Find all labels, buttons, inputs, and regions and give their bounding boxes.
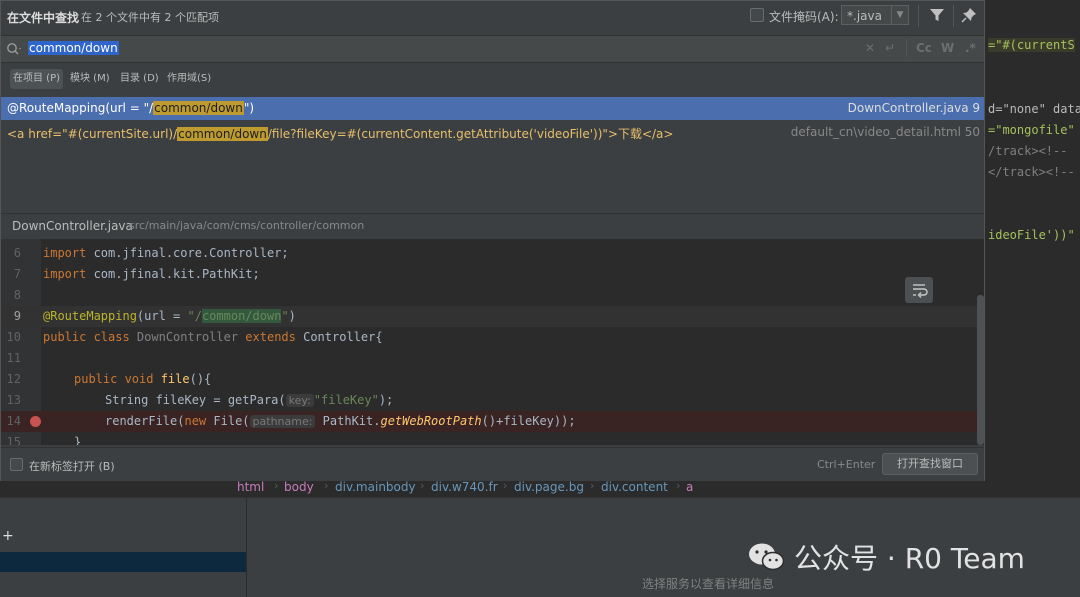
background-code: ="#(currentS d="none" data ="mongofile" … xyxy=(985,0,1080,480)
search-query: common/down xyxy=(28,41,119,55)
file-mask-dropdown[interactable]: *.java ▼ xyxy=(841,5,909,25)
search-input[interactable]: common/down xyxy=(28,41,119,57)
code-line: 10 public class DownController extends C… xyxy=(6,330,383,344)
bg-line: ="mongofile" xyxy=(988,123,1075,137)
breadcrumb-item[interactable]: div.content xyxy=(601,480,668,494)
result-file: default_cn\video_detail.html 50 xyxy=(790,125,980,139)
param-hint: key: xyxy=(285,394,314,407)
code-line: 7 import com.jfinal.kit.PathKit; xyxy=(13,267,260,281)
services-tree: + xyxy=(0,498,247,597)
code-line: 6 import com.jfinal.core.Controller; xyxy=(13,246,289,260)
code-line-current: 9 @RouteMapping(url = "/common/down") xyxy=(1,306,984,327)
code-line: 13 String fileKey = getPara(key: "fileKey… xyxy=(6,393,394,407)
tab-project[interactable]: 在项目 (P) xyxy=(10,69,64,89)
breadcrumb-item[interactable]: html xyxy=(237,480,264,494)
code-line: 12 public void file(){ xyxy=(6,372,212,386)
regex-toggle[interactable]: .* xyxy=(965,41,976,55)
separator xyxy=(918,5,919,27)
add-icon[interactable]: + xyxy=(2,528,14,544)
preview-file-path: src/main/java/com/cms/controller/common xyxy=(129,219,365,232)
result-row[interactable]: @RouteMapping(url = "/common/down") Down… xyxy=(1,97,984,120)
pin-icon[interactable] xyxy=(961,7,977,23)
code-preview[interactable]: 6 import com.jfinal.core.Controller; 7 i… xyxy=(1,239,984,445)
code-line: 11 xyxy=(6,351,21,365)
services-hint: 选择服务以查看详细信息 xyxy=(642,577,775,591)
whole-words-toggle[interactable]: W xyxy=(941,41,954,55)
param-hint: pathname: xyxy=(249,415,316,428)
chevron-down-icon: ▼ xyxy=(891,6,908,24)
file-mask-label[interactable]: 文件掩码(A): xyxy=(769,8,839,25)
tab-module[interactable]: 模块 (M) xyxy=(67,69,113,89)
breadcrumb-item[interactable]: body xyxy=(284,480,314,494)
result-file: DownController.java 9 xyxy=(847,101,980,115)
search-row: common/down ✕ ↵ Cc W .* xyxy=(1,35,984,63)
open-in-new-tab-label[interactable]: 在新标签打开 (B) xyxy=(29,458,115,474)
wrap-icon xyxy=(913,284,928,298)
code-line: 8 xyxy=(13,288,21,302)
breadcrumb-item[interactable]: a xyxy=(686,480,693,494)
results-list: @RouteMapping(url = "/common/down") Down… xyxy=(1,97,984,211)
clear-icon[interactable]: ✕ xyxy=(865,41,875,55)
bg-line: ideoFile'))" xyxy=(988,228,1075,242)
vertical-scrollbar[interactable] xyxy=(977,295,984,445)
services-tree-selection[interactable] xyxy=(0,552,246,572)
code-line: 15 } xyxy=(6,435,82,445)
find-in-files-popup: 在文件中查找 在 2 个文件中有 2 个匹配项 文件掩码(A): *.java … xyxy=(0,0,985,481)
open-find-window-button[interactable]: 打开查找窗口 xyxy=(882,453,978,475)
popup-footer: 在新标签打开 (B) Ctrl+Enter 打开查找窗口 xyxy=(1,447,984,481)
preview-header: DownController.java src/main/java/com/cm… xyxy=(1,213,984,238)
breakpoint-icon[interactable] xyxy=(30,416,41,427)
watermark-text: 公众号 · R0 Team xyxy=(794,542,1025,575)
match-summary: 在 2 个文件中有 2 个匹配项 xyxy=(81,11,219,24)
open-in-new-tab-checkbox[interactable] xyxy=(10,458,23,471)
search-icon[interactable] xyxy=(6,42,22,56)
popup-title: 在文件中查找 xyxy=(7,11,80,25)
result-text: <a href="#(currentSite.url)/common/down/… xyxy=(7,127,674,141)
separator xyxy=(953,5,954,27)
shortcut-hint: Ctrl+Enter xyxy=(817,458,876,471)
code-line-breakpoint: 14 renderFile(new File(pathname: PathKit… xyxy=(1,411,984,432)
soft-wrap-button[interactable] xyxy=(905,277,933,303)
scope-tabs: 在项目 (P) 模块 (M) 目录 (D) 作用域(S) xyxy=(1,65,984,93)
separator xyxy=(906,39,907,57)
result-row[interactable]: <a href="#(currentSite.url)/common/down/… xyxy=(1,121,984,144)
bg-line: /track><!-- xyxy=(988,144,1068,158)
bg-line: d="none" data xyxy=(988,102,1080,116)
file-mask-value: *.java xyxy=(847,9,882,23)
filter-icon[interactable] xyxy=(929,7,945,23)
bg-line: </track><!-- xyxy=(988,165,1075,179)
bg-line: ="#(currentS xyxy=(988,38,1075,52)
tab-directory[interactable]: 目录 (D) xyxy=(117,69,162,89)
breadcrumb-item[interactable]: div.mainbody xyxy=(335,480,416,494)
match-case-toggle[interactable]: Cc xyxy=(916,41,932,55)
tab-scope[interactable]: 作用域(S) xyxy=(164,69,214,89)
breadcrumb-item[interactable]: div.w740.fr xyxy=(431,480,498,494)
file-mask-checkbox[interactable] xyxy=(750,8,764,22)
new-line-icon[interactable]: ↵ xyxy=(885,41,895,55)
result-text: @RouteMapping(url = "/common/down") xyxy=(7,101,255,115)
watermark: 公众号 · R0 Team xyxy=(748,537,1025,577)
preview-file-name: DownController.java xyxy=(12,219,133,233)
popup-header: 在文件中查找 在 2 个文件中有 2 个匹配项 文件掩码(A): *.java … xyxy=(1,1,984,32)
breadcrumb-item[interactable]: div.page.bg xyxy=(514,480,584,494)
wechat-icon xyxy=(749,543,784,571)
